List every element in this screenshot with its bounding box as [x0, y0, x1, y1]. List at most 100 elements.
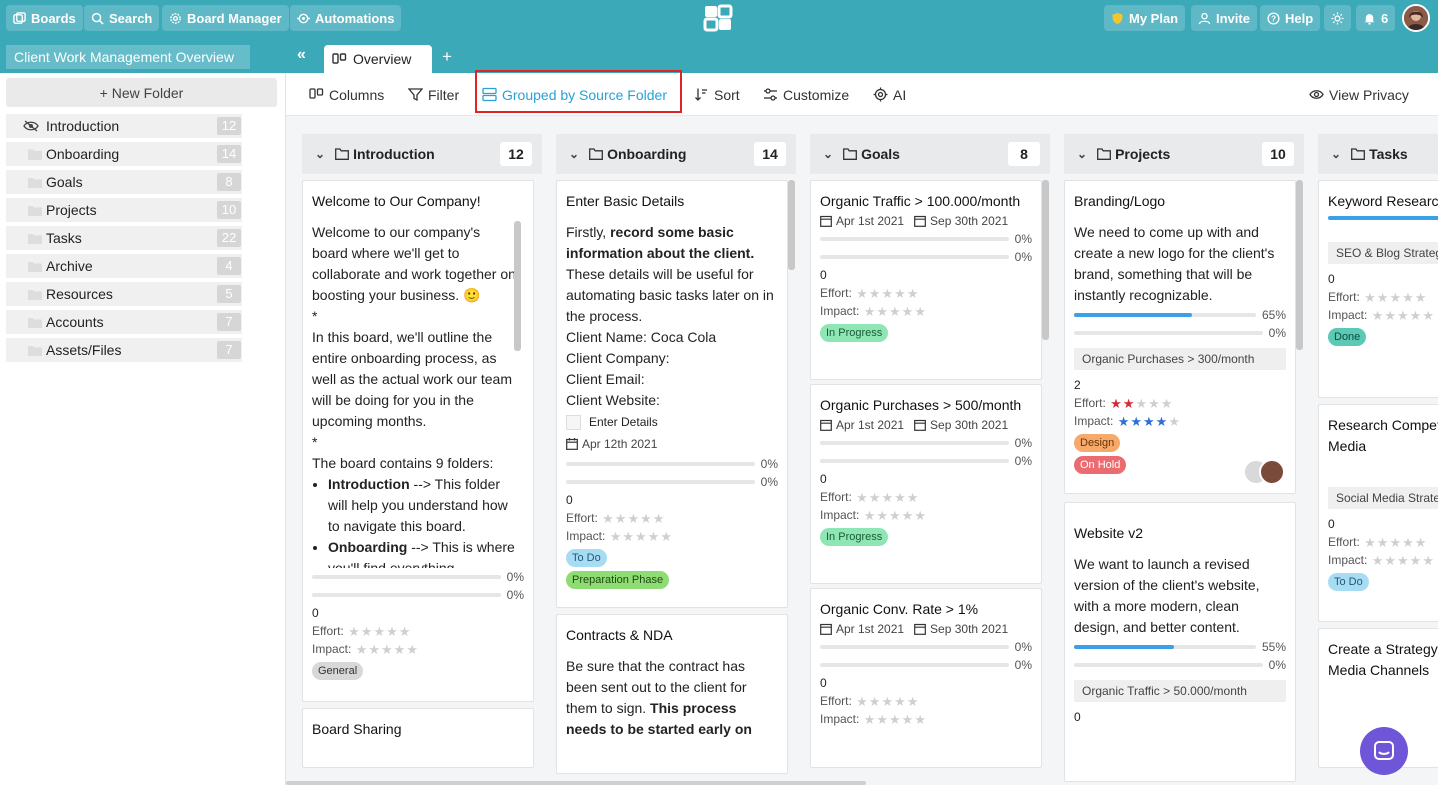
sidebar-item-goals[interactable]: Goals 8	[6, 170, 242, 194]
project-link[interactable]: SEO & Blog Strategy	[1328, 242, 1438, 264]
sidebar-item-tasks[interactable]: Tasks 22	[6, 226, 242, 250]
effort-rating[interactable]: Effort: ★ ★ ★ ★ ★	[820, 692, 1032, 710]
folder-count: 8	[217, 173, 241, 191]
add-tab-button[interactable]: +	[442, 47, 452, 67]
chat-support-button[interactable]	[1360, 727, 1408, 775]
customize-button[interactable]: Customize	[763, 73, 849, 116]
sidebar-item-assets-files[interactable]: Assets/Files 7	[6, 338, 242, 362]
card-organic-conv-rate[interactable]: Organic Conv. Rate > 1% Apr 1st 2021 Sep…	[810, 588, 1042, 768]
view-privacy-button[interactable]: View Privacy	[1309, 73, 1409, 116]
date-range[interactable]: Apr 1st 2021 Sep 30th 2021	[820, 620, 1032, 638]
theme-toggle-button[interactable]	[1324, 5, 1351, 31]
filter-button[interactable]: Filter	[408, 73, 459, 116]
impact-rating[interactable]: Impact: ★ ★ ★ ★ ★	[820, 302, 1032, 320]
chevron-down-icon[interactable]: ⌄	[569, 147, 579, 161]
card-website-v2[interactable]: Website v2 We want to launch a revised v…	[1064, 502, 1296, 782]
card-title: Research Competitors Social Media	[1328, 417, 1438, 454]
column-header[interactable]: ⌄ Projects 10	[1064, 134, 1304, 174]
sort-button[interactable]: Sort	[694, 73, 740, 116]
columns-button[interactable]: Columns	[309, 73, 384, 116]
ai-button[interactable]: AI	[873, 73, 906, 116]
column-header[interactable]: ⌄ Tasks	[1318, 134, 1438, 174]
folder-icon	[28, 233, 42, 244]
impact-rating[interactable]: Impact: ★ ★ ★ ★ ★	[566, 527, 778, 545]
status-badge: General	[312, 662, 364, 680]
board-horizontal-scrollbar[interactable]	[286, 781, 866, 785]
column-scrollbar[interactable]	[1296, 180, 1303, 350]
invite-button[interactable]: Invite	[1191, 5, 1257, 31]
card-keyword-research[interactable]: Keyword Research Blog Strategy SEO & Blo…	[1318, 180, 1438, 398]
sidebar-item-projects[interactable]: Projects 10	[6, 198, 242, 222]
goal-link[interactable]: Organic Traffic > 50.000/month	[1074, 680, 1286, 702]
sidebar-item-archive[interactable]: Archive 4	[6, 254, 242, 278]
impact-rating[interactable]: Impact: ★ ★ ★ ★ ★	[312, 640, 524, 658]
assignees[interactable]	[1243, 459, 1287, 485]
paragraph: Welcome to our company's board where we'…	[312, 224, 516, 303]
column-scrollbar[interactable]	[1042, 180, 1049, 340]
chevron-down-icon[interactable]: ⌄	[315, 147, 325, 161]
column-goals: ⌄ Goals 8 Organic Traffic > 100.000/mont…	[810, 134, 1050, 785]
impact-rating[interactable]: Impact: ★ ★ ★ ★ ★	[820, 710, 1032, 728]
effort-rating[interactable]: Effort: ★ ★ ★ ★ ★	[1328, 533, 1438, 551]
user-avatar[interactable]	[1402, 4, 1430, 32]
project-link[interactable]: Social Media Strategy	[1328, 487, 1438, 509]
automations-button[interactable]: Automations	[290, 5, 402, 31]
effort-rating[interactable]: Effort: ★ ★ ★ ★ ★	[1328, 288, 1438, 306]
card-branding-logo[interactable]: Branding/Logo We need to come up with an…	[1064, 180, 1296, 494]
effort-rating[interactable]: Effort: ★ ★ ★ ★ ★	[820, 284, 1032, 302]
card-organic-traffic[interactable]: Organic Traffic > 100.000/month Apr 1st …	[810, 180, 1042, 380]
card-scrollbar[interactable]	[514, 221, 521, 351]
column-header[interactable]: ⌄ Goals 8	[810, 134, 1050, 174]
chevron-down-icon[interactable]: ⌄	[823, 147, 833, 161]
column-scrollbar[interactable]	[788, 180, 795, 270]
impact-rating[interactable]: Impact: ★ ★ ★ ★ ★	[1328, 306, 1438, 324]
impact-rating[interactable]: Impact: ★ ★ ★ ★ ★	[1328, 551, 1438, 569]
impact-rating[interactable]: Impact: ★ ★ ★ ★ ★	[1074, 412, 1286, 430]
progress-row: 0%	[820, 434, 1032, 452]
effort-rating[interactable]: Effort: ★ ★ ★ ★ ★	[312, 622, 524, 640]
notifications-button[interactable]: 6	[1356, 5, 1396, 31]
my-plan-button[interactable]: My Plan	[1104, 5, 1186, 31]
board-manager-button[interactable]: Board Manager	[162, 5, 289, 31]
sidebar-item-introduction[interactable]: Introduction 12	[6, 114, 242, 138]
progress-row: 0%	[1074, 656, 1286, 674]
due-date[interactable]: Apr 12th 2021	[566, 433, 778, 455]
sidebar-item-label: Projects	[46, 202, 97, 218]
card-research-competitors[interactable]: Research Competitors Social Media Social…	[1318, 404, 1438, 622]
sidebar-item-accounts[interactable]: Accounts 7	[6, 310, 242, 334]
date-range[interactable]: Apr 1st 2021 Sep 30th 2021	[820, 416, 1032, 434]
card-welcome[interactable]: Welcome to Our Company! Welcome to our c…	[302, 180, 534, 702]
board-title[interactable]: Client Work Management Overview	[6, 45, 250, 69]
card-board-sharing[interactable]: Board Sharing	[302, 708, 534, 768]
search-button[interactable]: Search	[84, 5, 160, 31]
new-folder-button[interactable]: + New Folder	[6, 78, 277, 107]
help-button[interactable]: ? Help	[1260, 5, 1321, 31]
effort-rating[interactable]: Effort: ★ ★ ★ ★ ★	[1074, 394, 1286, 412]
impact-rating[interactable]: Impact: ★ ★ ★ ★ ★	[820, 506, 1032, 524]
chevron-down-icon[interactable]: ⌄	[1077, 147, 1087, 161]
tab-overview[interactable]: Overview	[324, 45, 432, 73]
column-header[interactable]: ⌄ Introduction 12	[302, 134, 542, 174]
avatar[interactable]	[1259, 459, 1285, 485]
separator: *	[312, 434, 318, 450]
svg-text:?: ?	[1271, 13, 1276, 23]
card-contracts-nda[interactable]: Contracts & NDA Be sure that the contrac…	[556, 614, 788, 774]
checkbox[interactable]	[566, 414, 581, 430]
chevron-down-icon[interactable]: ⌄	[1331, 147, 1341, 161]
invite-label: Invite	[1216, 10, 1250, 26]
sidebar-item-onboarding[interactable]: Onboarding 14	[6, 142, 242, 166]
date-range[interactable]: Apr 1st 2021 Sep 30th 2021	[820, 212, 1032, 230]
sidebar-item-resources[interactable]: Resources 5	[6, 282, 242, 306]
boards-button[interactable]: Boards	[6, 5, 83, 31]
effort-rating[interactable]: Effort: ★ ★ ★ ★ ★	[566, 509, 778, 527]
column-header[interactable]: ⌄ Onboarding 14	[556, 134, 796, 174]
checklist-item[interactable]: Enter Details	[566, 411, 778, 433]
app-logo-icon[interactable]	[703, 4, 733, 32]
card-organic-purchases[interactable]: Organic Purchases > 500/month Apr 1st 20…	[810, 384, 1042, 584]
effort-rating[interactable]: Effort: ★ ★ ★ ★ ★	[820, 488, 1032, 506]
progress-fill	[1074, 645, 1175, 649]
list-item: Introduction --> This folder will help y…	[328, 474, 516, 537]
card-enter-basic-details[interactable]: Enter Basic Details Firstly, record some…	[556, 180, 788, 608]
collapse-sidebar-icon[interactable]: «	[297, 46, 306, 64]
goal-link[interactable]: Organic Purchases > 300/month	[1074, 348, 1286, 370]
